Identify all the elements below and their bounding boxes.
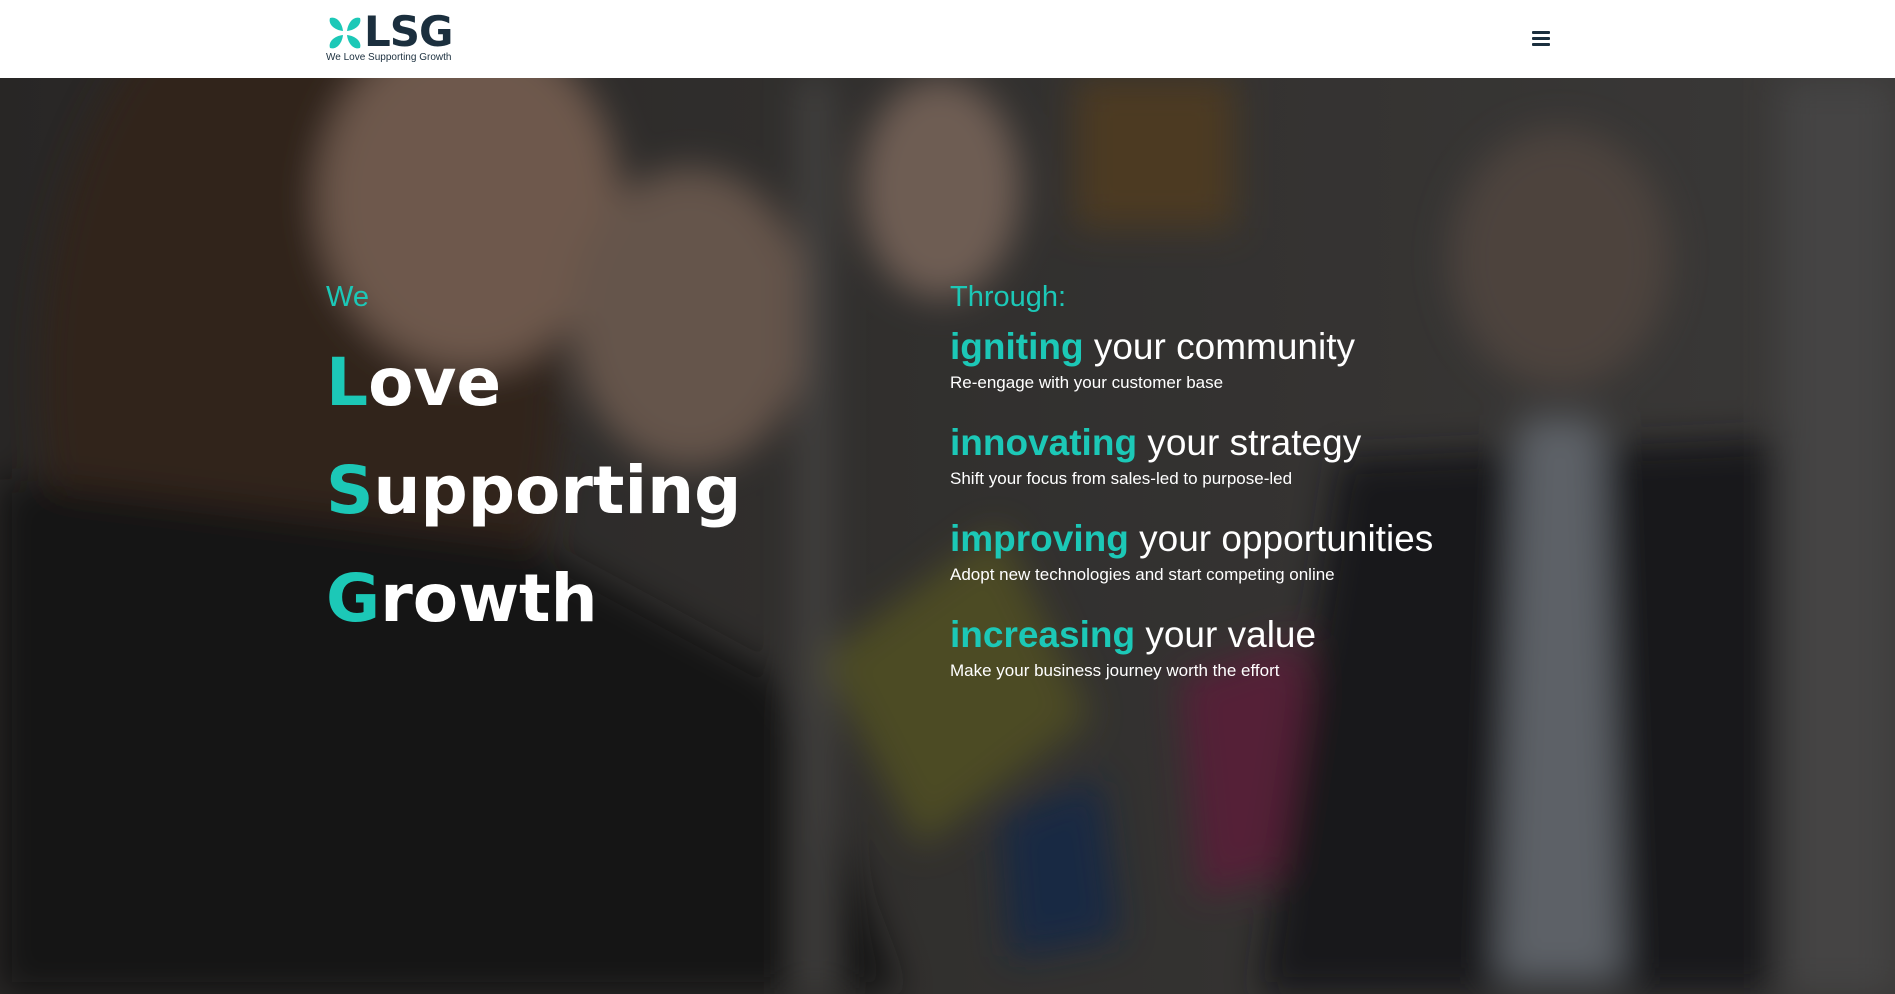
hero-services: Through: igniting your community Re-enga… — [950, 278, 1550, 708]
hero-word-supporting: Supporting — [326, 452, 742, 529]
service-description: Make your business journey worth the eff… — [950, 661, 1280, 680]
hero-word-love: Love — [326, 344, 502, 421]
service-item: igniting your community Re-engage with y… — [950, 324, 1550, 394]
hero-word-growth: Growth — [326, 560, 598, 637]
service-item: innovating your strategy Shift your focu… — [950, 420, 1550, 490]
logo-tagline: We Love Supporting Growth — [326, 52, 452, 63]
service-description: Re-engage with your customer base — [950, 373, 1224, 392]
logo-text: LSG — [364, 7, 453, 56]
through-label: Through: — [950, 281, 1067, 313]
service-title: improving your opportunities — [950, 518, 1434, 559]
service-title: innovating your strategy — [950, 422, 1362, 463]
hero-section: We Love Supporting Growth Through: ignit… — [0, 78, 1895, 994]
logo-mark-icon — [329, 17, 361, 49]
site-header: LSG We Love Supporting Growth — [0, 0, 1895, 78]
service-title: increasing your value — [950, 614, 1317, 655]
service-title: igniting your community — [950, 326, 1355, 367]
hamburger-menu-icon[interactable] — [1528, 28, 1554, 50]
service-description: Adopt new technologies and start competi… — [950, 565, 1335, 584]
hero-intro-text: We — [326, 281, 369, 313]
service-item: improving your opportunities Adopt new t… — [950, 516, 1550, 586]
hero-dark-overlay — [0, 78, 1895, 994]
site-logo[interactable]: LSG We Love Supporting Growth — [326, 8, 466, 66]
hero-tagline: We Love Supporting Growth — [326, 278, 846, 668]
service-item: increasing your value Make your business… — [950, 612, 1550, 682]
service-description: Shift your focus from sales-led to purpo… — [950, 469, 1293, 488]
